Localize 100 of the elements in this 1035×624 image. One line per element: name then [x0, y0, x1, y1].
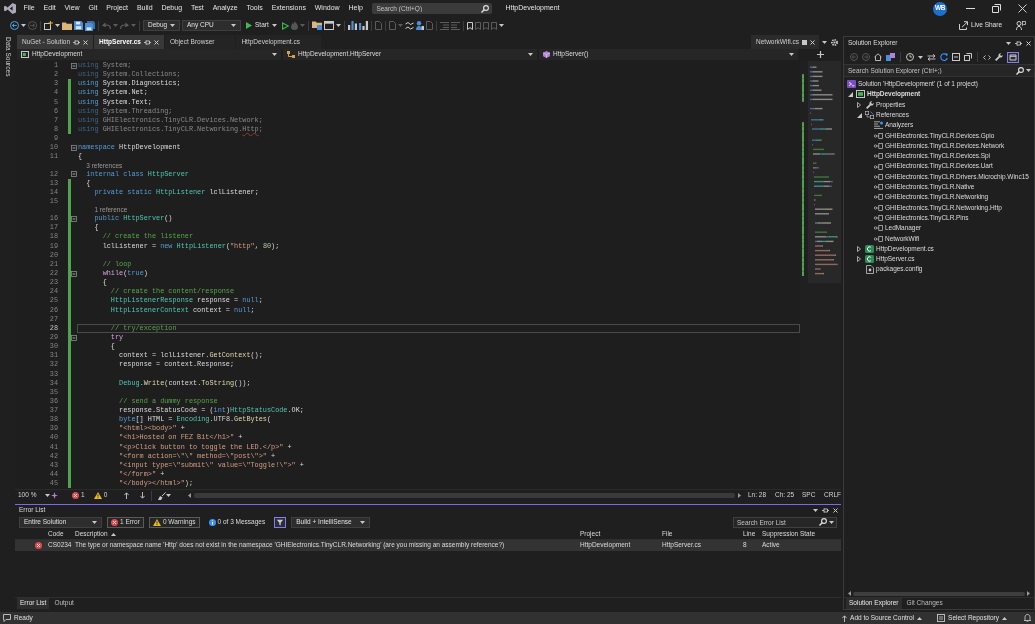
search-icon[interactable]	[481, 4, 490, 13]
redo-icon[interactable]	[120, 22, 129, 29]
close-icon[interactable]	[1026, 41, 1031, 46]
folder-icon[interactable]	[62, 21, 72, 30]
close-icon[interactable]	[1017, 4, 1027, 13]
collapsed-arrow-icon[interactable]	[857, 256, 861, 263]
close-icon[interactable]	[83, 39, 89, 45]
close-icon[interactable]	[154, 39, 159, 45]
caret-icon[interactable]	[360, 520, 366, 524]
play-outline-icon[interactable]	[281, 21, 289, 30]
message-icon[interactable]	[3, 614, 11, 622]
person-icon[interactable]	[415, 21, 424, 30]
broom-icon[interactable]	[158, 491, 167, 500]
save-icon[interactable]	[74, 21, 83, 30]
app-logo-icon[interactable]	[4, 3, 16, 14]
caret-icon[interactable]	[918, 55, 923, 59]
scroll-left-icon[interactable]	[848, 591, 851, 596]
repository-icon[interactable]	[937, 614, 946, 622]
clock-icon[interactable]	[906, 53, 914, 61]
bar-chart-icon[interactable]	[347, 21, 357, 30]
expanded-arrow-icon[interactable]	[857, 112, 862, 118]
folder-icon[interactable]	[311, 21, 322, 30]
caret-icon[interactable]	[789, 53, 794, 56]
share-icon[interactable]	[958, 21, 968, 30]
horizontal-scrollbar[interactable]	[194, 493, 735, 498]
undo-icon[interactable]	[102, 22, 111, 29]
wrench-icon[interactable]	[865, 100, 874, 109]
zigzag-icon[interactable]	[404, 21, 414, 30]
collapse-icon[interactable]	[71, 270, 77, 277]
person-feedback-icon[interactable]	[1016, 21, 1026, 30]
collapse-icon[interactable]	[71, 62, 77, 69]
play-icon[interactable]	[246, 22, 252, 29]
sparkle-icon[interactable]	[51, 492, 58, 499]
code-brackets-icon[interactable]	[983, 54, 991, 60]
search-icon[interactable]	[1016, 66, 1024, 75]
collapse-icon[interactable]	[71, 334, 77, 341]
scroll-right-icon[interactable]	[738, 493, 741, 498]
scroll-right-icon[interactable]	[1027, 591, 1030, 596]
caret-icon[interactable]	[92, 520, 97, 524]
square-plus-icon[interactable]	[44, 21, 53, 30]
indent-icon[interactable]	[439, 21, 449, 30]
window-icon	[21, 51, 29, 58]
csharp-file-icon	[865, 255, 874, 264]
collapse-icon[interactable]	[71, 144, 77, 151]
refresh-icon[interactable]	[940, 53, 948, 61]
caret-icon[interactable]	[166, 494, 172, 497]
caret-icon[interactable]	[528, 53, 533, 56]
home-icon[interactable]	[874, 53, 882, 61]
pin-icon[interactable]	[822, 507, 829, 513]
plus-icon[interactable]	[817, 51, 824, 58]
caret-icon[interactable]	[1006, 42, 1011, 45]
settings-icon[interactable]	[831, 38, 838, 46]
wrench-icon[interactable]	[995, 53, 1003, 61]
expanded-arrow-icon[interactable]	[848, 91, 853, 97]
back-icon[interactable]	[10, 21, 19, 30]
scroll-left-icon[interactable]	[188, 493, 192, 498]
caret-icon[interactable]	[231, 24, 236, 27]
outdent-icon[interactable]	[450, 21, 460, 30]
caret-icon[interactable]	[272, 53, 277, 56]
minus-square-icon[interactable]	[952, 53, 960, 61]
collapsed-arrow-icon[interactable]	[857, 101, 861, 108]
restore-icon[interactable]	[991, 4, 1001, 13]
caret-icon[interactable]	[498, 24, 504, 27]
search-icon[interactable]	[819, 518, 827, 526]
pin-icon[interactable]	[73, 39, 81, 45]
caret-icon[interactable]	[1026, 69, 1031, 72]
info-icon	[208, 518, 216, 526]
close-icon[interactable]	[810, 39, 815, 45]
window-icon[interactable]	[323, 21, 334, 30]
down-arrow-icon[interactable]	[140, 492, 146, 499]
stacked-pages-icon[interactable]	[964, 53, 972, 61]
close-icon[interactable]	[833, 507, 838, 513]
caret-icon[interactable]	[813, 508, 818, 512]
minimize-icon[interactable]	[965, 8, 975, 9]
caret-icon[interactable]	[335, 24, 341, 27]
caret-icon[interactable]	[271, 24, 277, 27]
collapse-icon[interactable]	[71, 171, 77, 178]
collapsed-arrow-icon[interactable]	[857, 245, 861, 252]
horizontal-scrollbar[interactable]	[853, 591, 1025, 596]
save-all-icon[interactable]	[85, 20, 95, 31]
filter-icon[interactable]	[274, 516, 287, 528]
caret-icon[interactable]	[822, 40, 827, 44]
swap-arrows-icon[interactable]	[927, 53, 936, 61]
pin-icon[interactable]	[1015, 41, 1022, 46]
caret-icon[interactable]	[829, 520, 834, 524]
bar-chart-icon[interactable]	[358, 21, 368, 30]
caret-icon[interactable]	[21, 24, 26, 27]
pin-icon[interactable]	[144, 39, 151, 45]
caret-icon[interactable]	[55, 24, 60, 27]
overlapping-squares-icon[interactable]	[886, 53, 895, 61]
up-arrow-icon[interactable]	[124, 492, 130, 499]
collapse-icon[interactable]	[71, 215, 77, 222]
up-arrow-icon[interactable]	[842, 614, 848, 622]
sort-arrow-icon[interactable]	[110, 532, 116, 536]
caret-icon[interactable]	[170, 24, 176, 27]
bell-icon[interactable]	[1024, 614, 1031, 622]
window-icon[interactable]	[1007, 51, 1019, 63]
caret-icon[interactable]	[917, 616, 923, 620]
caret-icon[interactable]	[45, 494, 50, 497]
caret-icon[interactable]	[1002, 616, 1007, 620]
